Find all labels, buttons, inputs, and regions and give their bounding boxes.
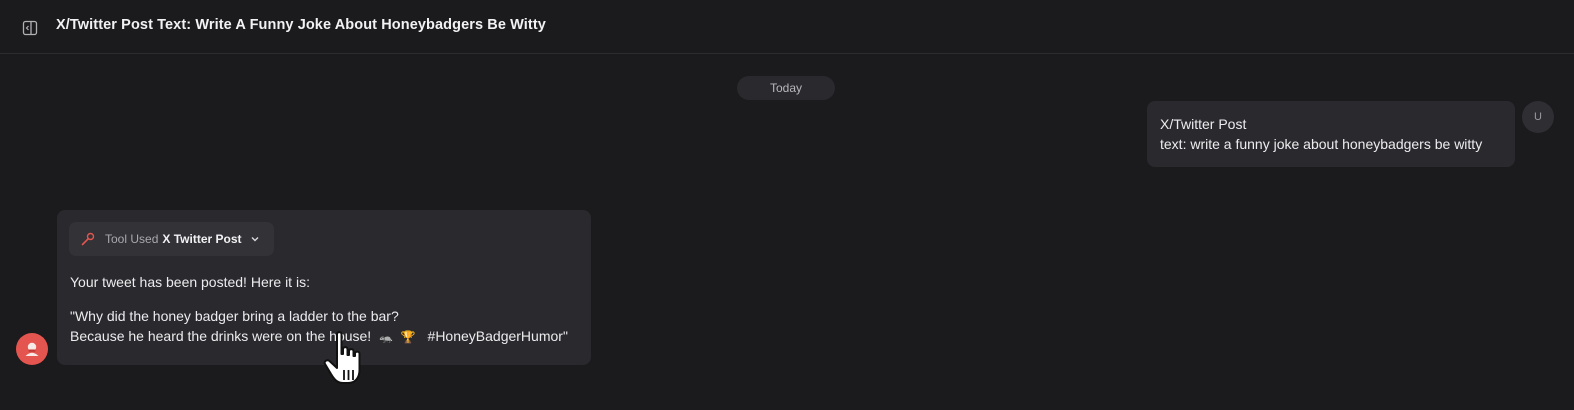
message-line: Because he heard the drinks were on the … [70, 326, 568, 346]
tool-name: X Twitter Post [162, 232, 242, 246]
chat-header: X/Twitter Post Text: Write A Funny Joke … [0, 0, 1574, 54]
chat-app: X/Twitter Post Text: Write A Funny Joke … [0, 0, 1574, 410]
user-message-bubble: X/Twitter Post text: write a funny joke … [1147, 101, 1515, 167]
tool-icon [81, 232, 95, 246]
user-message-line: text: write a funny joke about honeybadg… [1160, 136, 1483, 152]
assistant-message-text: Your tweet has been posted! Here it is: … [70, 272, 568, 346]
assistant-message-bubble: Tool Used X Twitter Post Your tweet has … [57, 210, 591, 365]
assistant-avatar-icon [25, 342, 39, 356]
page-title: X/Twitter Post Text: Write A Funny Joke … [56, 17, 546, 33]
user-avatar: U [1522, 101, 1554, 133]
tool-used-label: Tool Used [105, 232, 159, 246]
assistant-avatar [16, 333, 48, 365]
honey-badger-emoji: 🦡 [379, 332, 393, 344]
date-divider: Today [737, 76, 835, 100]
message-text: Because he heard the drinks were on the … [70, 328, 372, 344]
user-message-line: X/Twitter Post [1160, 116, 1247, 132]
tool-used-toggle[interactable]: Tool Used X Twitter Post [69, 222, 274, 256]
message-line: "Why did the honey badger bring a ladder… [70, 308, 399, 324]
chevron-down-icon [251, 237, 258, 242]
trophy-emoji: 🏆 [400, 330, 416, 344]
hashtag: #HoneyBadgerHumor" [427, 328, 568, 344]
sidebar-toggle-icon[interactable] [22, 20, 38, 36]
message-line: Your tweet has been posted! Here it is: [70, 274, 310, 290]
